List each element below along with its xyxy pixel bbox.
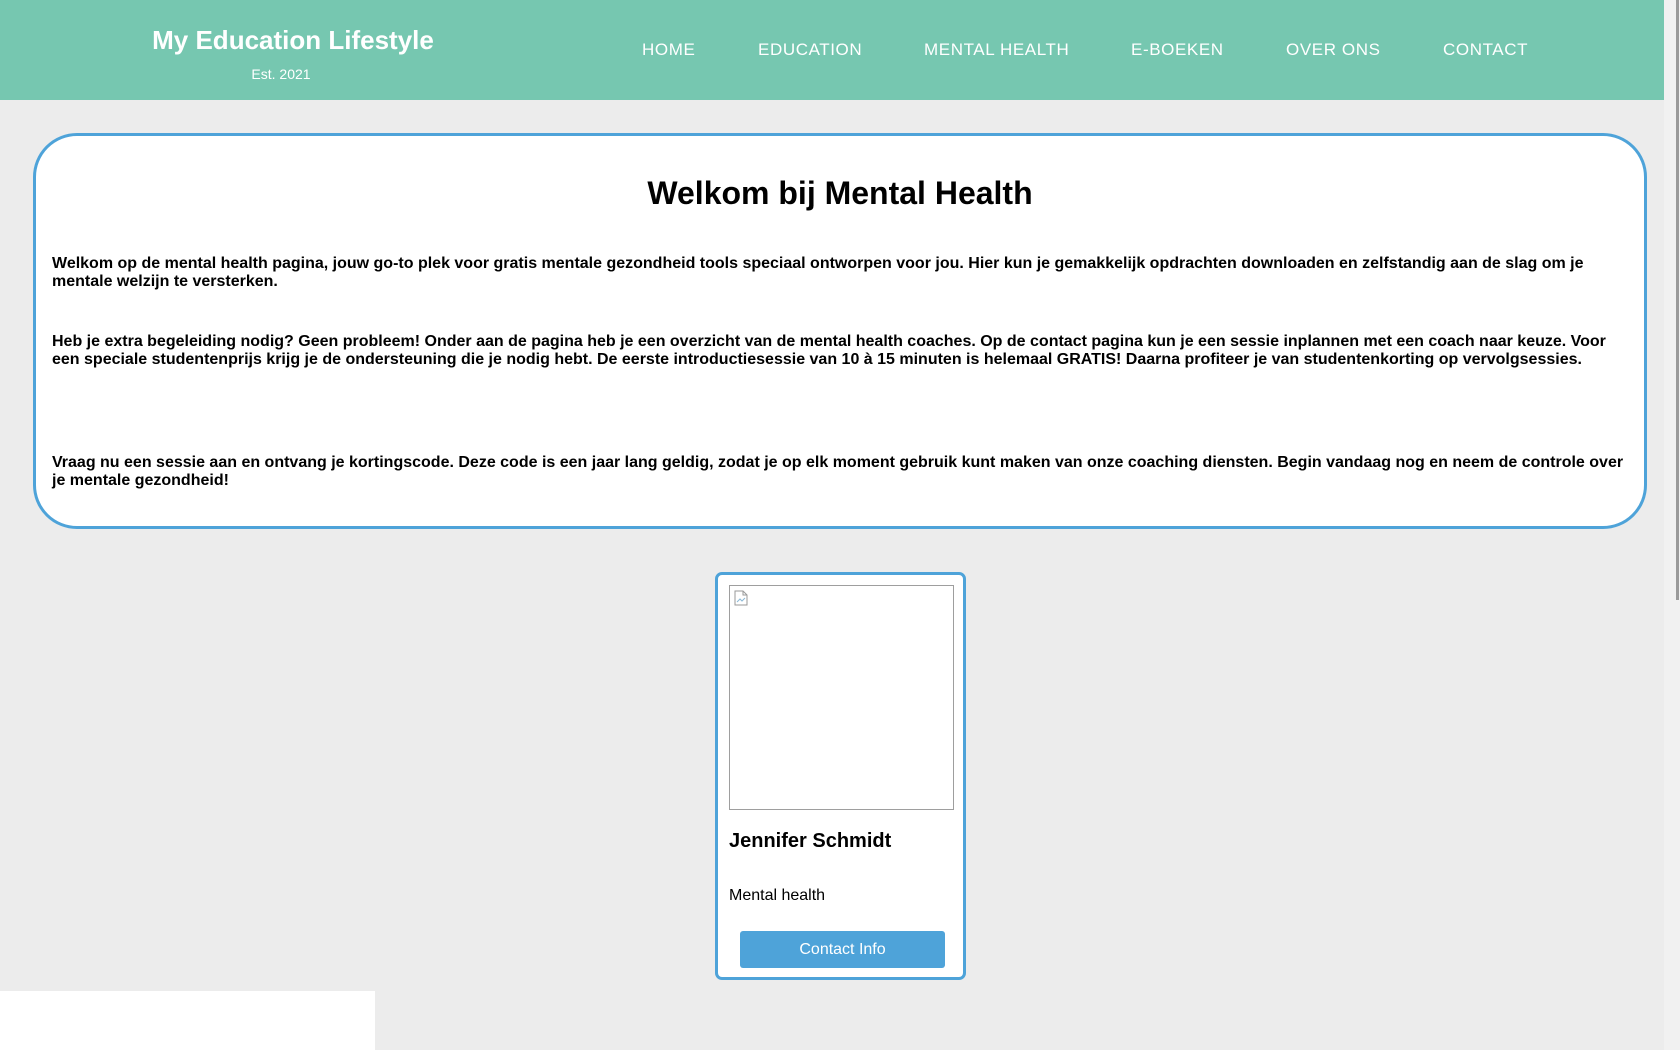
scrollbar-thumb[interactable] [1676, 0, 1679, 600]
welcome-paragraph-coaching: Heb je extra begeleiding nodig? Geen pro… [52, 333, 1606, 368]
coach-role: Mental health [729, 887, 826, 904]
welcome-title: Welkom bij Mental Health [647, 175, 1033, 211]
page: My Education Lifestyle Est. 2021 HOME ED… [0, 0, 1680, 1050]
bottom-panel [0, 991, 375, 1050]
site-header: My Education Lifestyle Est. 2021 HOME ED… [0, 0, 1664, 100]
welcome-paragraph-discount: Vraag nu een sessie aan en ontvang je ko… [52, 454, 1624, 489]
page-scrollbar[interactable] [1664, 0, 1680, 1050]
nav-education[interactable]: EDUCATION [758, 40, 862, 60]
brand-title[interactable]: My Education Lifestyle [152, 24, 434, 56]
brand-subtitle: Est. 2021 [251, 66, 311, 82]
welcome-paragraph-intro: Welkom op de mental health pagina, jouw … [52, 255, 1584, 290]
nav-mental-health[interactable]: MENTAL HEALTH [924, 40, 1069, 60]
nav-home[interactable]: HOME [642, 40, 695, 60]
nav-e-boeken[interactable]: E-BOEKEN [1131, 40, 1224, 60]
broken-image-icon [734, 590, 748, 606]
nav-contact[interactable]: CONTACT [1443, 40, 1528, 60]
nav-over-ons[interactable]: OVER ONS [1286, 40, 1381, 60]
brand[interactable]: My Education Lifestyle Est. 2021 [152, 24, 434, 83]
contact-info-button[interactable]: Contact Info [740, 931, 945, 968]
coach-photo [729, 585, 954, 810]
coach-name: Jennifer Schmidt [729, 830, 892, 852]
coach-card: Jennifer Schmidt Mental health Contact I… [715, 572, 966, 980]
welcome-section: Welkom bij Mental Health Welkom op de me… [33, 133, 1647, 529]
